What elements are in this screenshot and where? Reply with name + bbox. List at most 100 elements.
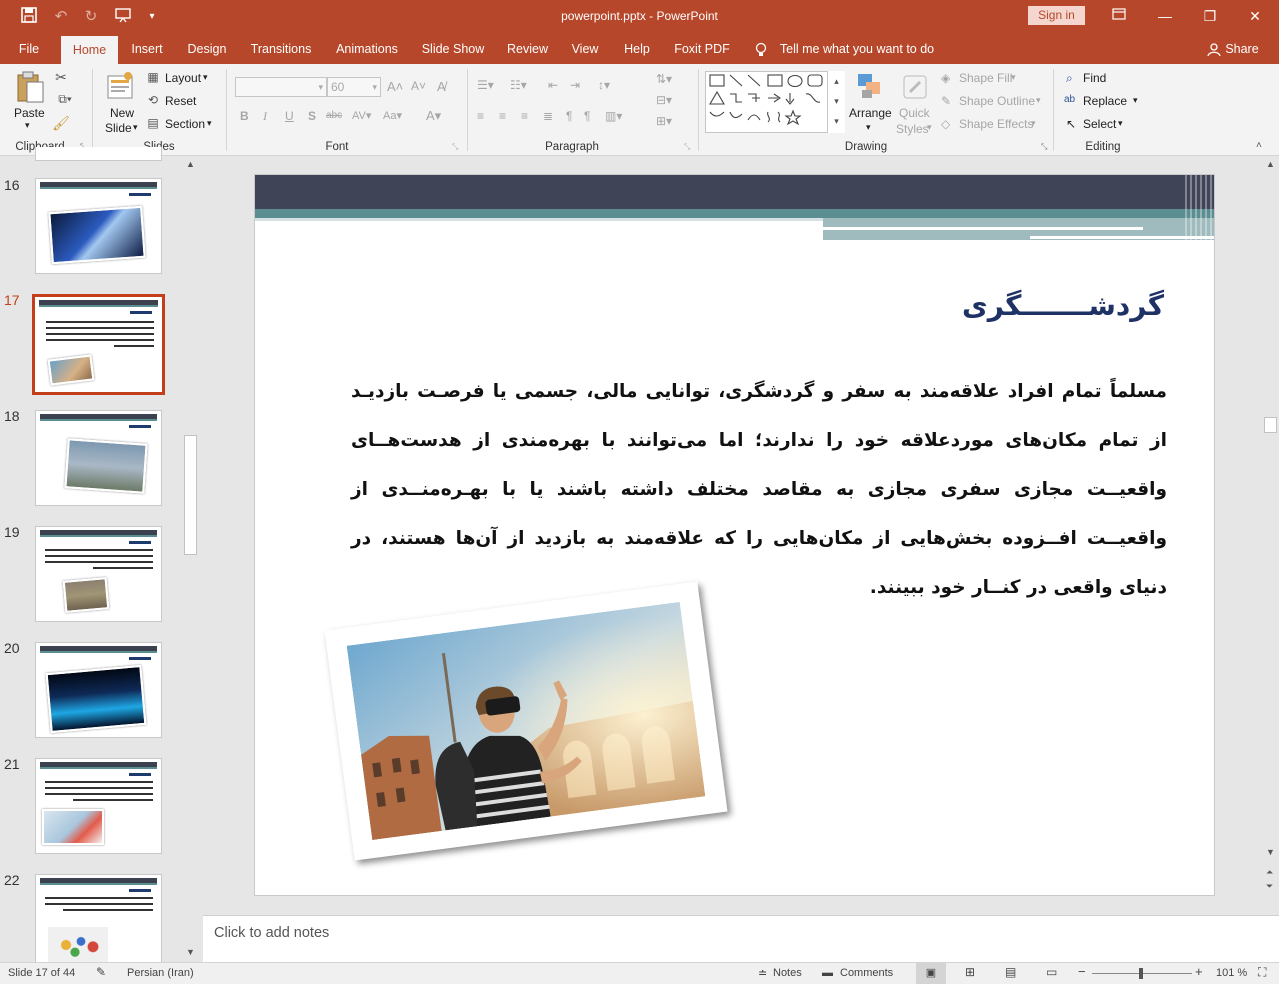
font-size-field[interactable]: 60 ▾	[327, 77, 381, 97]
next-slide-icon[interactable]: ⏷	[1266, 881, 1273, 892]
copy-icon[interactable]: ⧉▾	[52, 92, 78, 107]
slide-thumbnail-18[interactable]	[35, 410, 162, 506]
quick-styles-button-line2[interactable]: Styles	[896, 122, 929, 136]
slide-photo-frame[interactable]	[324, 581, 728, 861]
reading-view-icon[interactable]: ▤	[1005, 965, 1016, 979]
character-spacing-icon[interactable]: AV▾	[352, 109, 371, 122]
new-slide-button[interactable]: New	[110, 106, 134, 120]
comments-button[interactable]: Comments	[840, 967, 893, 979]
numbering-icon[interactable]: ☷▾	[510, 78, 527, 92]
tab-animations[interactable]: Animations	[328, 34, 406, 64]
shapes-gallery-scroll[interactable]: ▴ ▾ ▾	[827, 71, 845, 133]
replace-button[interactable]: Replace	[1083, 94, 1127, 108]
scroll-down-icon[interactable]: ▼	[186, 947, 195, 957]
format-painter-icon[interactable]: 🖌	[52, 115, 70, 132]
shapes-gallery[interactable]	[705, 71, 845, 133]
paste-dropdown-icon[interactable]: ▾	[25, 120, 30, 131]
new-slide-button-line2[interactable]: Slide	[105, 121, 132, 135]
zoom-slider-thumb[interactable]	[1139, 968, 1143, 979]
shape-fill-button[interactable]: Shape Fill	[959, 71, 1012, 85]
shape-effects-dropdown-icon[interactable]: ▾	[1031, 118, 1036, 129]
align-center-icon[interactable]: ≡	[499, 109, 506, 123]
minimize-icon[interactable]: —	[1150, 6, 1180, 26]
tab-help[interactable]: Help	[617, 34, 657, 64]
fit-slide-icon[interactable]: ⛶	[1258, 965, 1266, 980]
quick-styles-icon[interactable]	[902, 72, 930, 102]
slide-thumbnail-22[interactable]	[35, 874, 162, 963]
zoom-out-icon[interactable]: −	[1078, 964, 1086, 979]
cut-icon[interactable]: ✂	[52, 69, 70, 86]
tab-file[interactable]: File	[8, 34, 50, 64]
slide-thumbnail-20[interactable]	[35, 642, 162, 738]
shape-outline-button[interactable]: Shape Outline	[959, 94, 1035, 108]
slide-thumbnail-15[interactable]	[35, 147, 162, 161]
slide-title[interactable]: گردشـــــــگری	[962, 289, 1164, 322]
ribbon-display-options-icon[interactable]	[1104, 6, 1134, 26]
tab-home[interactable]: Home	[61, 36, 118, 64]
current-slide[interactable]: گردشـــــــگری مسلماً تمام افراد علاقه‌م…	[254, 174, 1215, 896]
columns-icon[interactable]: ▥▾	[605, 109, 622, 123]
paste-icon[interactable]	[15, 70, 45, 106]
ltr-icon[interactable]: ¶	[584, 109, 590, 123]
select-dropdown-icon[interactable]: ▾	[1118, 118, 1123, 129]
previous-slide-icon[interactable]: ⏶	[1266, 867, 1273, 878]
zoom-in-icon[interactable]: +	[1195, 964, 1203, 979]
scroll-up-icon[interactable]: ▲	[186, 159, 195, 169]
tab-slide-show[interactable]: Slide Show	[418, 34, 488, 64]
spell-check-icon[interactable]: ✎	[96, 965, 106, 979]
justify-icon[interactable]: ≣	[543, 109, 553, 123]
slide-thumbnail-19[interactable]	[35, 526, 162, 622]
slide-thumbnail-16[interactable]	[35, 178, 162, 274]
font-name-field[interactable]: ▾	[235, 77, 327, 97]
share-button[interactable]: Share	[1224, 34, 1260, 64]
paragraph-launcher-icon[interactable]: ⤡	[684, 142, 690, 152]
shape-outline-dropdown-icon[interactable]: ▾	[1036, 95, 1041, 106]
decrease-indent-icon[interactable]: ⇤	[548, 78, 558, 92]
notes-button[interactable]: Notes	[773, 967, 802, 979]
arrange-icon[interactable]	[856, 72, 884, 102]
restore-icon[interactable]: ❐	[1195, 6, 1225, 26]
bullets-icon[interactable]: ☰▾	[477, 78, 494, 92]
tab-design[interactable]: Design	[181, 34, 233, 64]
smartart-icon[interactable]: ⊞▾	[656, 114, 672, 128]
layout-dropdown-icon[interactable]: ▾	[203, 72, 208, 83]
text-direction-icon[interactable]: ⇅▾	[656, 72, 672, 86]
line-spacing-icon[interactable]: ↕▾	[598, 78, 610, 92]
shadow-icon[interactable]: S	[308, 109, 316, 123]
font-color-icon[interactable]: A▾	[426, 108, 441, 124]
slide-scrollbar[interactable]: ▲ ▼ ⏶ ⏷	[1263, 157, 1279, 915]
scroll-thumb[interactable]	[1264, 417, 1277, 433]
layout-button[interactable]: Layout	[165, 71, 201, 85]
rtl-icon[interactable]: ¶	[566, 109, 572, 123]
collapse-ribbon-icon[interactable]: ˄	[1256, 140, 1262, 151]
language-indicator[interactable]: Persian (Iran)	[127, 967, 194, 979]
new-slide-icon[interactable]	[106, 70, 136, 102]
slide-sorter-icon[interactable]: ⊞	[965, 965, 975, 979]
clear-formatting-icon[interactable]: A̸	[437, 79, 446, 94]
italic-icon[interactable]: I	[263, 109, 267, 124]
sign-in-button[interactable]: Sign in	[1028, 6, 1085, 25]
notes-pane[interactable]: Click to add notes	[203, 915, 1279, 962]
normal-view-icon[interactable]: ▣	[916, 963, 946, 984]
change-case-icon[interactable]: Aa▾	[383, 109, 402, 122]
section-dropdown-icon[interactable]: ▾	[207, 118, 212, 129]
paste-button[interactable]: Paste	[14, 106, 45, 120]
shape-fill-dropdown-icon[interactable]: ▾	[1011, 72, 1016, 83]
zoom-level[interactable]: 101 %	[1216, 967, 1247, 979]
align-right-icon[interactable]: ≡	[521, 109, 528, 123]
bold-icon[interactable]: B	[240, 109, 249, 123]
slide-thumbnail-21[interactable]	[35, 758, 162, 854]
slide-thumbnail-17[interactable]	[32, 294, 165, 395]
close-icon[interactable]: ✕	[1240, 6, 1270, 26]
increase-indent-icon[interactable]: ⇥	[570, 78, 580, 92]
tab-review[interactable]: Review	[500, 34, 555, 64]
new-slide-dropdown-icon[interactable]: ▾	[133, 122, 138, 133]
tab-insert[interactable]: Insert	[124, 34, 170, 64]
arrange-dropdown-icon[interactable]: ▾	[866, 122, 871, 133]
section-button[interactable]: Section	[165, 117, 205, 131]
increase-font-icon[interactable]: A˄	[387, 79, 403, 94]
tab-foxit-pdf[interactable]: Foxit PDF	[670, 34, 734, 64]
reset-button[interactable]: Reset	[165, 94, 196, 108]
quick-styles-button[interactable]: Quick	[899, 106, 930, 120]
tell-me-search[interactable]: Tell me what you want to do	[778, 34, 936, 64]
